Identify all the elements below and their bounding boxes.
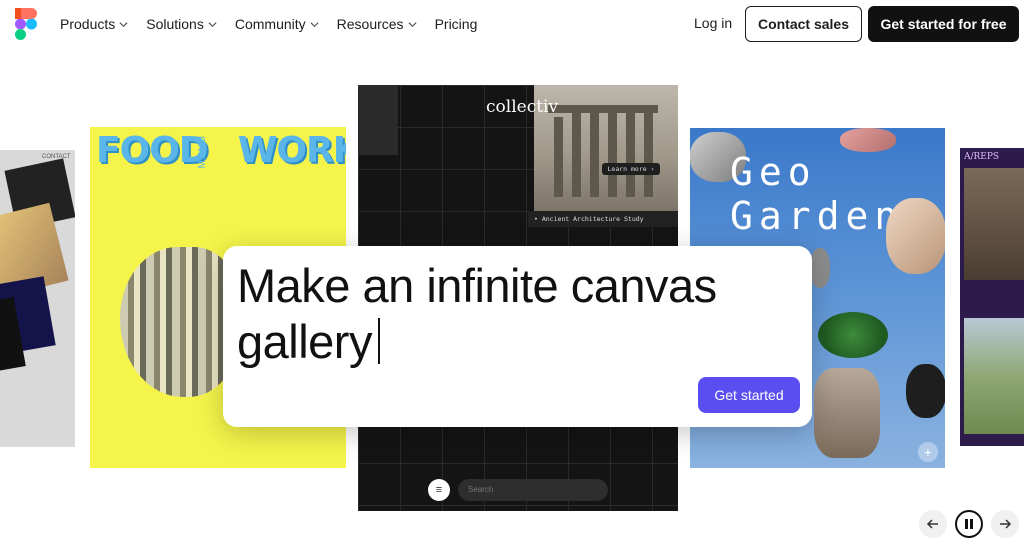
crystal-image (886, 198, 945, 274)
garden-word: Garden (730, 194, 904, 238)
menu-community[interactable]: Community (235, 16, 319, 32)
chevron-down-icon (208, 21, 217, 27)
rock-image (840, 128, 896, 152)
arrow-left-icon (926, 519, 938, 529)
carousel-pause-button[interactable] (955, 510, 983, 538)
learn-more-button[interactable]: Learn more › (602, 163, 660, 175)
get-started-button[interactable]: Get started (698, 377, 800, 413)
plus-icon[interactable]: + (918, 442, 938, 462)
food-word: FOOD (96, 130, 209, 171)
search-input[interactable]: Search (458, 479, 608, 501)
login-link[interactable]: Log in (694, 15, 732, 31)
stacked-stones-image (814, 368, 880, 458)
hero-prompt-card: Make an infinite canvas gallery Get star… (223, 246, 812, 427)
column-shape (572, 111, 581, 197)
get-started-free-button[interactable]: Get started for free (868, 6, 1019, 42)
photo-caption: • Ancient Architecture Study (528, 211, 678, 227)
carousel-next-button[interactable] (991, 510, 1019, 538)
works-word: WORKS (237, 130, 346, 171)
menu-label: Pricing (434, 16, 478, 32)
geo-word: Geo (730, 150, 817, 194)
main-menu: Products Solutions Community Resources P… (60, 0, 495, 48)
menu-resources[interactable]: Resources (337, 16, 417, 32)
contact-sales-button[interactable]: Contact sales (745, 6, 862, 42)
arrow-right-icon (1000, 519, 1012, 529)
column-shape (590, 107, 599, 197)
menu-label: Community (234, 16, 306, 32)
top-nav: Products Solutions Community Resources P… (0, 0, 1024, 50)
horse-photo (964, 168, 1024, 280)
menu-label: Solutions (146, 16, 204, 32)
filter-icon[interactable]: ≡ (428, 479, 450, 501)
chevron-down-icon (310, 21, 319, 27)
rock-image (810, 248, 830, 288)
rock-image (906, 364, 945, 418)
chevron-down-icon (119, 21, 128, 27)
moss-image (818, 312, 888, 358)
pause-icon (965, 519, 973, 529)
menu-pricing[interactable]: Pricing (435, 16, 478, 32)
text-cursor (377, 318, 380, 364)
food-collage-image (120, 247, 240, 397)
hero-headline: Make an infinite canvas gallery (237, 258, 777, 370)
column-shape (626, 105, 635, 197)
menu-label: Products (60, 16, 116, 32)
gallery-card-reps[interactable]: A/REPS (960, 148, 1024, 446)
column-shape (608, 109, 617, 197)
lintel-shape (548, 105, 658, 113)
menu-solutions[interactable]: Solutions (146, 16, 217, 32)
reps-label: A/REPS (964, 152, 1000, 162)
headline-text: Make an infinite canvas gallery (237, 259, 717, 368)
decor-block (358, 85, 398, 155)
collectiv-title: collectiv (486, 97, 559, 117)
food-works-title: FOOD WORKS (96, 133, 346, 169)
menu-label: Resources (336, 16, 404, 32)
column-shape (644, 107, 653, 197)
menu-products[interactable]: Products (60, 16, 128, 32)
column-shape (554, 117, 563, 197)
figma-logo-icon[interactable] (15, 8, 37, 40)
geo-garden-title: Geo Garden (730, 150, 903, 238)
gallery-card-left[interactable]: CONTACT (0, 150, 75, 447)
chevron-down-icon (408, 21, 417, 27)
field-photo (964, 318, 1024, 434)
carousel-prev-button[interactable] (919, 510, 947, 538)
menu-vertical-label: MENU (197, 135, 208, 169)
